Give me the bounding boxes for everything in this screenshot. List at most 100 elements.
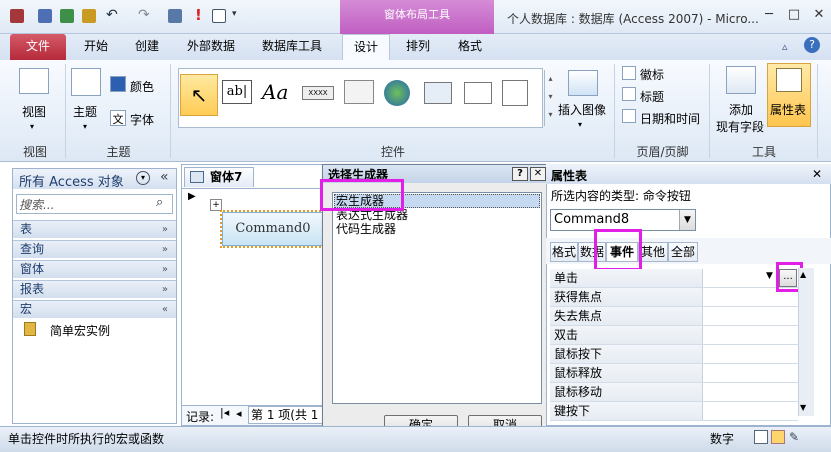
command-button[interactable]: Command0 <box>222 212 324 246</box>
web-browser-control-icon[interactable] <box>424 82 452 104</box>
option-group-icon[interactable] <box>502 80 528 106</box>
undo-icon[interactable]: ↶ <box>106 7 118 23</box>
property-row[interactable]: 鼠标释放 <box>550 364 798 383</box>
add-fields-label-1[interactable]: 添加 <box>729 101 753 118</box>
property-row[interactable]: 失去焦点 <box>550 307 798 326</box>
nav-item-macro[interactable]: 简单宏实例 <box>50 322 110 339</box>
add-fields-icon[interactable] <box>726 66 756 94</box>
property-sheet-icon[interactable] <box>776 68 802 92</box>
nav-section-forms[interactable]: 窗体 » <box>13 260 176 278</box>
theme-dropdown-icon[interactable]: ▾ <box>83 122 87 131</box>
table-icon[interactable] <box>212 9 226 23</box>
run-icon[interactable]: ! <box>195 6 202 24</box>
title-button-label[interactable]: 标题 <box>640 88 664 105</box>
datetime-button-label[interactable]: 日期和时间 <box>640 110 700 127</box>
fonts-icon[interactable]: 文 <box>110 110 126 126</box>
help-icon[interactable]: ? <box>804 37 820 53</box>
add-fields-label-2[interactable]: 现有字段 <box>716 118 764 135</box>
title-icon[interactable] <box>622 87 636 101</box>
prev-record-icon[interactable]: ◂ <box>236 407 242 420</box>
customize-qat-icon[interactable]: ▾ <box>232 9 237 19</box>
view-dropdown-icon[interactable]: ▾ <box>30 122 34 131</box>
property-name: 键按下 <box>550 402 703 420</box>
tab-external-data[interactable]: 外部数据 <box>180 34 242 60</box>
property-sheet-header <box>546 164 831 184</box>
tab-create[interactable]: 创建 <box>127 34 167 60</box>
logo-icon[interactable] <box>622 66 636 80</box>
maximize-button[interactable]: □ <box>785 6 803 24</box>
button-control-icon[interactable]: XXXX <box>302 86 334 100</box>
tab-prop-other[interactable]: 其他 <box>638 242 668 262</box>
datetime-icon[interactable] <box>622 109 636 123</box>
property-row[interactable]: 双击 <box>550 326 798 345</box>
nav-section-tables[interactable]: 表» <box>13 220 176 238</box>
property-scrollbar[interactable] <box>798 268 814 416</box>
view-icon[interactable] <box>19 68 49 94</box>
tab-database-tools[interactable]: 数据库工具 <box>256 34 328 60</box>
search-icon[interactable]: ⌕ <box>156 195 163 210</box>
label-control-icon[interactable]: Aa <box>262 80 288 104</box>
property-row[interactable]: 鼠标移动 <box>550 383 798 402</box>
property-row[interactable]: 鼠标按下 <box>550 345 798 364</box>
minimize-button[interactable]: ─ <box>760 6 778 24</box>
first-record-icon[interactable]: |◂ <box>220 406 229 419</box>
property-sheet-label[interactable]: 属性表 <box>770 101 806 118</box>
select-pointer-icon[interactable]: ↖ <box>180 74 218 116</box>
nav-menu-icon[interactable]: ▾ <box>136 171 150 185</box>
navigation-control-icon[interactable] <box>464 82 492 104</box>
fonts-button-label[interactable]: 字体 <box>130 111 154 128</box>
nav-section-queries[interactable]: 查询 » <box>13 240 176 258</box>
property-row[interactable]: 单击 <box>550 269 798 288</box>
theme-button-label[interactable]: 主题 <box>73 103 97 120</box>
excel-export-icon[interactable] <box>60 9 74 23</box>
event-dropdown-icon[interactable]: ▼ <box>766 271 773 281</box>
logo-button-label[interactable]: 徽标 <box>640 66 664 83</box>
tab-prop-all[interactable]: 全部 <box>668 242 698 262</box>
dialog-help-button[interactable]: ? <box>512 167 528 181</box>
nav-section-macros[interactable]: 宏 « <box>13 300 176 318</box>
redo-icon[interactable]: ↷ <box>138 7 150 23</box>
property-row[interactable]: 键按下 <box>550 402 798 421</box>
insert-image-icon[interactable] <box>568 70 598 96</box>
theme-icon[interactable] <box>71 68 101 96</box>
hyperlink-control-icon[interactable] <box>384 80 410 106</box>
nav-collapse-icon[interactable]: « <box>160 169 169 185</box>
tab-prop-format[interactable]: 格式 <box>550 242 578 262</box>
property-sheet-close-icon[interactable]: ✕ <box>812 167 822 181</box>
builder-item-code[interactable]: 代码生成器 <box>336 222 396 236</box>
tab-home[interactable]: 开始 <box>76 34 116 60</box>
property-name: 鼠标移动 <box>550 383 703 401</box>
control-selector[interactable]: Command8 <box>550 209 696 231</box>
tab-format[interactable]: 格式 <box>448 34 492 60</box>
insert-image-label[interactable]: 插入图像 <box>558 101 606 118</box>
ribbon-minimize-icon[interactable]: ▵ <box>782 40 788 53</box>
group-header-footer-label: 页眉/页脚 <box>636 145 689 159</box>
colors-icon[interactable] <box>110 76 126 92</box>
layout-view-icon[interactable] <box>771 430 785 444</box>
tab-design[interactable]: 设计 <box>342 34 390 60</box>
record-number-field[interactable]: 第 1 项(共 1 1 <box>248 406 324 424</box>
tab-control-icon[interactable] <box>344 80 374 104</box>
nav-header-title[interactable]: 所有 Access 对象 <box>19 171 124 190</box>
control-selector-dropdown-icon[interactable]: ▼ <box>679 210 695 230</box>
property-row[interactable]: 获得焦点 <box>550 288 798 307</box>
scroll-down-icon[interactable]: ▼ <box>800 403 806 412</box>
dialog-close-button[interactable]: ✕ <box>530 167 546 181</box>
tab-arrange[interactable]: 排列 <box>398 34 438 60</box>
view-button-label[interactable]: 视图 <box>22 103 46 120</box>
screen-icon[interactable] <box>168 9 182 23</box>
edit-icon[interactable] <box>82 9 96 23</box>
form-view-icon[interactable] <box>754 430 768 444</box>
access-app-icon[interactable] <box>10 9 24 23</box>
insert-image-dropdown-icon[interactable]: ▾ <box>578 120 582 129</box>
gallery-scroll-icon[interactable]: ▴ ▾ ▾ <box>544 70 556 126</box>
window-title: 个人数据库 : 数据库 (Access 2007) - Micro... <box>507 12 759 26</box>
textbox-control-icon[interactable]: ab| <box>222 80 252 104</box>
tab-file[interactable]: 文件 <box>10 34 66 60</box>
scroll-up-icon[interactable]: ▲ <box>800 270 806 279</box>
close-button[interactable]: ✕ <box>810 6 828 24</box>
nav-section-reports[interactable]: 报表 » <box>13 280 176 298</box>
design-view-icon[interactable]: ✎ <box>789 430 799 444</box>
save-icon[interactable] <box>38 9 52 23</box>
colors-button-label[interactable]: 颜色 <box>130 78 154 95</box>
